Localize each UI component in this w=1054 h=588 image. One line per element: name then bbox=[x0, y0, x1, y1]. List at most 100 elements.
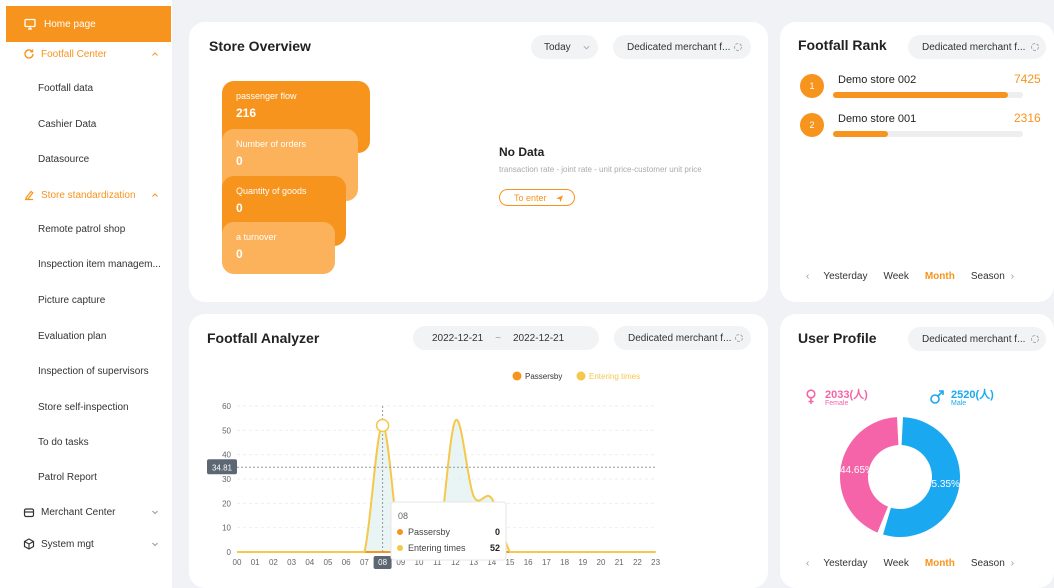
x-tick-label: 06 bbox=[342, 558, 351, 567]
nav-inspection-item-management[interactable]: Inspection item managem... bbox=[38, 259, 161, 270]
nav-footfall-center-label: Footfall Center bbox=[41, 49, 107, 60]
tab-month[interactable]: Month bbox=[925, 271, 955, 282]
next-arrow-icon[interactable]: › bbox=[1011, 558, 1014, 569]
nav-remote-patrol-shop[interactable]: Remote patrol shop bbox=[38, 224, 125, 235]
x-tick-label: 20 bbox=[597, 558, 606, 567]
y-tick-label: 60 bbox=[222, 402, 231, 411]
loading-icon bbox=[1031, 335, 1039, 343]
stat-value: 0 bbox=[236, 201, 243, 215]
nav-store-self-inspection[interactable]: Store self-inspection bbox=[38, 402, 129, 413]
male-icon bbox=[930, 390, 944, 404]
nav-to-do-tasks[interactable]: To do tasks bbox=[38, 437, 89, 448]
x-tick-label: 02 bbox=[269, 558, 278, 567]
male-label: Male bbox=[951, 400, 967, 407]
stat-label: Quantity of goods bbox=[236, 186, 307, 196]
to-enter-label: To enter bbox=[514, 192, 547, 203]
nav-home-label: Home page bbox=[44, 18, 96, 30]
tab-season[interactable]: Season bbox=[971, 558, 1005, 569]
rank-store-value: 7425 bbox=[1014, 72, 1041, 86]
legend-marker bbox=[512, 371, 522, 381]
date-range-picker[interactable]: 2022-12-21 ~ 2022-12-21 bbox=[413, 326, 599, 350]
nav-patrol-report[interactable]: Patrol Report bbox=[38, 472, 97, 483]
nav-cashier-data[interactable]: Cashier Data bbox=[38, 119, 96, 130]
date-separator: ~ bbox=[495, 332, 501, 344]
stat-a-turnover: a turnover 0 bbox=[222, 222, 335, 274]
x-tick-label: 22 bbox=[633, 558, 642, 567]
crosshair-x-value: 08 bbox=[378, 558, 387, 567]
loading-icon bbox=[1031, 43, 1039, 51]
tab-week[interactable]: Week bbox=[883, 271, 908, 282]
nav-picture-capture[interactable]: Picture capture bbox=[38, 295, 105, 306]
x-tick-label: 17 bbox=[542, 558, 551, 567]
analyzer-merchant-select[interactable]: Dedicated merchant f... bbox=[614, 326, 751, 350]
x-tick-label: 23 bbox=[651, 558, 660, 567]
profile-period-tabs: ‹ Yesterday Week Month Season › bbox=[806, 558, 1030, 569]
x-tick-label: 15 bbox=[506, 558, 515, 567]
nav-inspection-of-supervisors[interactable]: Inspection of supervisors bbox=[38, 366, 149, 377]
x-tick-label: 19 bbox=[578, 558, 587, 567]
y-tick-label: 20 bbox=[222, 499, 231, 508]
nav-merchant-center[interactable]: Merchant Center bbox=[0, 503, 172, 523]
no-data-subtitle: transaction rate - joint rate - unit pri… bbox=[499, 165, 702, 174]
rank-progress-track bbox=[833, 131, 1023, 137]
footfall-line-chart[interactable]: Passersby Entering times010203040506000 01… bbox=[195, 362, 665, 574]
to-enter-button[interactable]: To enter bbox=[499, 189, 575, 206]
period-select[interactable]: Today bbox=[531, 35, 598, 59]
tooltip-series-name: Entering times bbox=[408, 543, 466, 553]
x-tick-label: 05 bbox=[324, 558, 333, 567]
rank-merchant-value: Dedicated merchant f... bbox=[922, 41, 1026, 53]
nav-store-standardization[interactable]: Store standardization bbox=[0, 186, 172, 206]
x-tick-label: 21 bbox=[615, 558, 624, 567]
x-tick-label: 00 bbox=[233, 558, 242, 567]
prev-arrow-icon[interactable]: ‹ bbox=[806, 271, 809, 282]
prev-arrow-icon[interactable]: ‹ bbox=[806, 558, 809, 569]
overview-merchant-select[interactable]: Dedicated merchant f... bbox=[613, 35, 751, 59]
x-tick-label: 07 bbox=[360, 558, 369, 567]
rank-progress-fill bbox=[833, 92, 1008, 98]
pen-icon bbox=[25, 190, 34, 201]
tab-yesterday[interactable]: Yesterday bbox=[823, 558, 867, 569]
nav-footfall-data[interactable]: Footfall data bbox=[38, 83, 93, 94]
chevron-down-icon bbox=[152, 510, 158, 515]
tooltip-marker bbox=[397, 529, 403, 535]
nav-datasource[interactable]: Datasource bbox=[38, 154, 89, 165]
overview-merchant-value: Dedicated merchant f... bbox=[627, 41, 731, 53]
female-label: Female bbox=[825, 400, 849, 407]
nav-system-mgt[interactable]: System mgt bbox=[0, 535, 172, 555]
footfall-rank-title: Footfall Rank bbox=[798, 37, 887, 53]
loading-icon bbox=[735, 334, 743, 342]
next-arrow-icon[interactable]: › bbox=[1011, 271, 1014, 282]
rank-merchant-select[interactable]: Dedicated merchant f... bbox=[908, 35, 1046, 59]
user-profile-title: User Profile bbox=[798, 330, 877, 346]
nav-evaluation-plan[interactable]: Evaluation plan bbox=[38, 331, 106, 342]
nav-footfall-center[interactable]: Footfall Center bbox=[0, 45, 172, 65]
tab-season[interactable]: Season bbox=[971, 271, 1005, 282]
stat-value: 0 bbox=[236, 247, 243, 261]
gender-donut-chart[interactable]: 44.65% 55.35% bbox=[838, 415, 962, 539]
profile-merchant-select[interactable]: Dedicated merchant f... bbox=[908, 327, 1046, 351]
y-tick-label: 30 bbox=[222, 475, 231, 484]
no-data-title: No Data bbox=[499, 145, 545, 159]
x-tick-label: 03 bbox=[287, 558, 296, 567]
tooltip-marker bbox=[397, 545, 403, 551]
refresh-icon bbox=[24, 49, 34, 59]
tab-week[interactable]: Week bbox=[883, 558, 908, 569]
chevron-up-icon bbox=[152, 193, 158, 197]
monitor-icon bbox=[24, 18, 36, 30]
y-tick-label: 0 bbox=[227, 548, 232, 557]
rank-period-tabs: ‹ Yesterday Week Month Season › bbox=[806, 271, 1030, 282]
female-percent-label: 44.65% bbox=[840, 465, 874, 476]
nav-home-page[interactable]: Home page bbox=[6, 6, 171, 42]
nav-system-mgt-label: System mgt bbox=[41, 539, 94, 550]
highlight-point bbox=[375, 418, 390, 433]
stat-label: passenger flow bbox=[236, 91, 297, 101]
tooltip-series-value: 0 bbox=[495, 527, 500, 537]
chevron-up-icon bbox=[152, 52, 158, 56]
male-percent-label: 55.35% bbox=[926, 479, 960, 490]
tab-month[interactable]: Month bbox=[925, 558, 955, 569]
nav-store-standardization-label: Store standardization bbox=[41, 190, 136, 201]
store-overview-title: Store Overview bbox=[209, 38, 311, 54]
rank-store-value: 2316 bbox=[1014, 111, 1041, 125]
tab-yesterday[interactable]: Yesterday bbox=[823, 271, 867, 282]
legend-marker bbox=[576, 371, 586, 381]
